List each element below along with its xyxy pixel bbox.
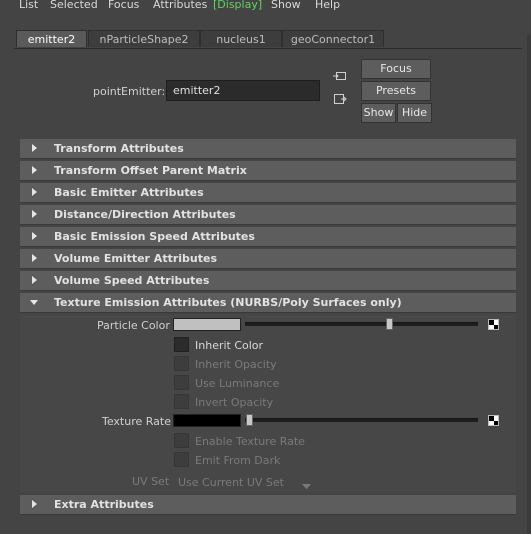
expand-arrow-icon <box>30 183 40 203</box>
texture-map-icon[interactable] <box>488 319 499 330</box>
section-texture-emission-attributes[interactable]: Texture Emission Attributes (NURBS/Poly … <box>20 293 516 313</box>
use-luminance-checkbox[interactable] <box>174 375 189 390</box>
section-extra-attributes[interactable]: Extra Attributes <box>20 495 516 515</box>
section-title: Basic Emission Speed Attributes <box>54 230 255 243</box>
expand-arrow-icon <box>30 227 40 247</box>
inherit-opacity-checkbox[interactable] <box>174 356 189 371</box>
focus-button[interactable]: Focus <box>361 59 431 79</box>
section-title: Volume Emitter Attributes <box>54 252 217 265</box>
section-title: Transform Offset Parent Matrix <box>54 164 247 177</box>
node-tab-strip: emitter2 nParticleShape2 nucleus1 geoCon… <box>14 30 522 49</box>
go-to-output-icon[interactable] <box>333 93 347 105</box>
presets-button[interactable]: Presets <box>361 81 431 101</box>
emit-from-dark-checkbox[interactable] <box>174 452 189 467</box>
invert-opacity-checkbox[interactable] <box>174 394 189 409</box>
particle-color-swatch[interactable] <box>173 318 241 331</box>
section-volume-speed-attributes[interactable]: Volume Speed Attributes <box>20 271 516 291</box>
menu-display[interactable]: [Display] <box>213 0 262 12</box>
expand-arrow-icon <box>30 271 40 291</box>
menu-list[interactable]: List <box>19 0 38 12</box>
section-transform-attributes[interactable]: Transform Attributes <box>20 139 516 159</box>
menu-focus[interactable]: Focus <box>108 0 139 12</box>
collapse-arrow-icon <box>30 293 40 313</box>
expand-arrow-icon <box>30 161 40 181</box>
texture-rate-swatch[interactable] <box>173 414 241 427</box>
section-title: Texture Emission Attributes (NURBS/Poly … <box>54 296 402 309</box>
emit-from-dark-label: Emit From Dark <box>195 454 281 467</box>
menu-help[interactable]: Help <box>315 0 340 12</box>
menu-selected[interactable]: Selected <box>50 0 98 12</box>
chevron-down-icon <box>302 479 311 489</box>
section-title: Extra Attributes <box>54 498 154 511</box>
texture-rate-slider-handle[interactable] <box>246 414 253 426</box>
show-button[interactable]: Show <box>361 103 396 123</box>
point-emitter-label: pointEmitter: <box>93 85 166 98</box>
section-title: Volume Speed Attributes <box>54 274 210 287</box>
particle-color-label: Particle Color <box>97 319 170 332</box>
section-transform-offset-parent-matrix[interactable]: Transform Offset Parent Matrix <box>20 161 516 181</box>
texture-rate-label: Texture Rate <box>102 415 171 428</box>
section-title: Distance/Direction Attributes <box>54 208 236 221</box>
inherit-opacity-label: Inherit Opacity <box>195 358 277 371</box>
enable-texture-rate-checkbox[interactable] <box>174 433 189 448</box>
menu-display-close-bracket: ] <box>257 0 263 11</box>
section-title: Basic Emitter Attributes <box>54 186 204 199</box>
menu-display-label: Display <box>217 0 258 11</box>
node-name-field[interactable]: emitter2 <box>166 80 320 101</box>
section-basic-emitter-attributes[interactable]: Basic Emitter Attributes <box>20 183 516 203</box>
section-volume-emitter-attributes[interactable]: Volume Emitter Attributes <box>20 249 516 269</box>
select-node-icon[interactable] <box>333 70 347 82</box>
tab-nucleus1[interactable]: nucleus1 <box>200 30 282 47</box>
section-distance-direction-attributes[interactable]: Distance/Direction Attributes <box>20 205 516 225</box>
section-basic-emission-speed-attributes[interactable]: Basic Emission Speed Attributes <box>20 227 516 247</box>
particle-color-slider[interactable] <box>245 322 478 326</box>
invert-opacity-label: Invert Opacity <box>195 396 274 409</box>
inherit-color-checkbox[interactable] <box>174 337 189 352</box>
tab-emitter2[interactable]: emitter2 <box>16 30 87 47</box>
scrollbar[interactable] <box>527 34 531 534</box>
uv-set-dropdown[interactable]: Use Current UV Set <box>178 476 284 489</box>
section-title: Transform Attributes <box>54 142 184 155</box>
uv-set-label: UV Set <box>132 475 170 488</box>
particle-color-slider-handle[interactable] <box>386 318 394 330</box>
tab-geoconnector1[interactable]: geoConnector1 <box>282 30 384 47</box>
menu-show[interactable]: Show <box>271 0 301 12</box>
inherit-color-label: Inherit Color <box>195 339 264 352</box>
tab-nparticleshape2[interactable]: nParticleShape2 <box>88 30 200 47</box>
texture-rate-slider[interactable] <box>245 418 478 422</box>
menu-attributes[interactable]: Attributes <box>153 0 207 12</box>
expand-arrow-icon <box>30 495 40 515</box>
hide-button[interactable]: Hide <box>397 103 432 123</box>
texture-map-icon[interactable] <box>488 415 499 426</box>
use-luminance-label: Use Luminance <box>195 377 280 390</box>
menubar: List Selected Focus Attributes [Display]… <box>0 0 531 14</box>
expand-arrow-icon <box>30 139 40 159</box>
expand-arrow-icon <box>30 249 40 269</box>
enable-texture-rate-label: Enable Texture Rate <box>195 435 305 448</box>
expand-arrow-icon <box>30 205 40 225</box>
